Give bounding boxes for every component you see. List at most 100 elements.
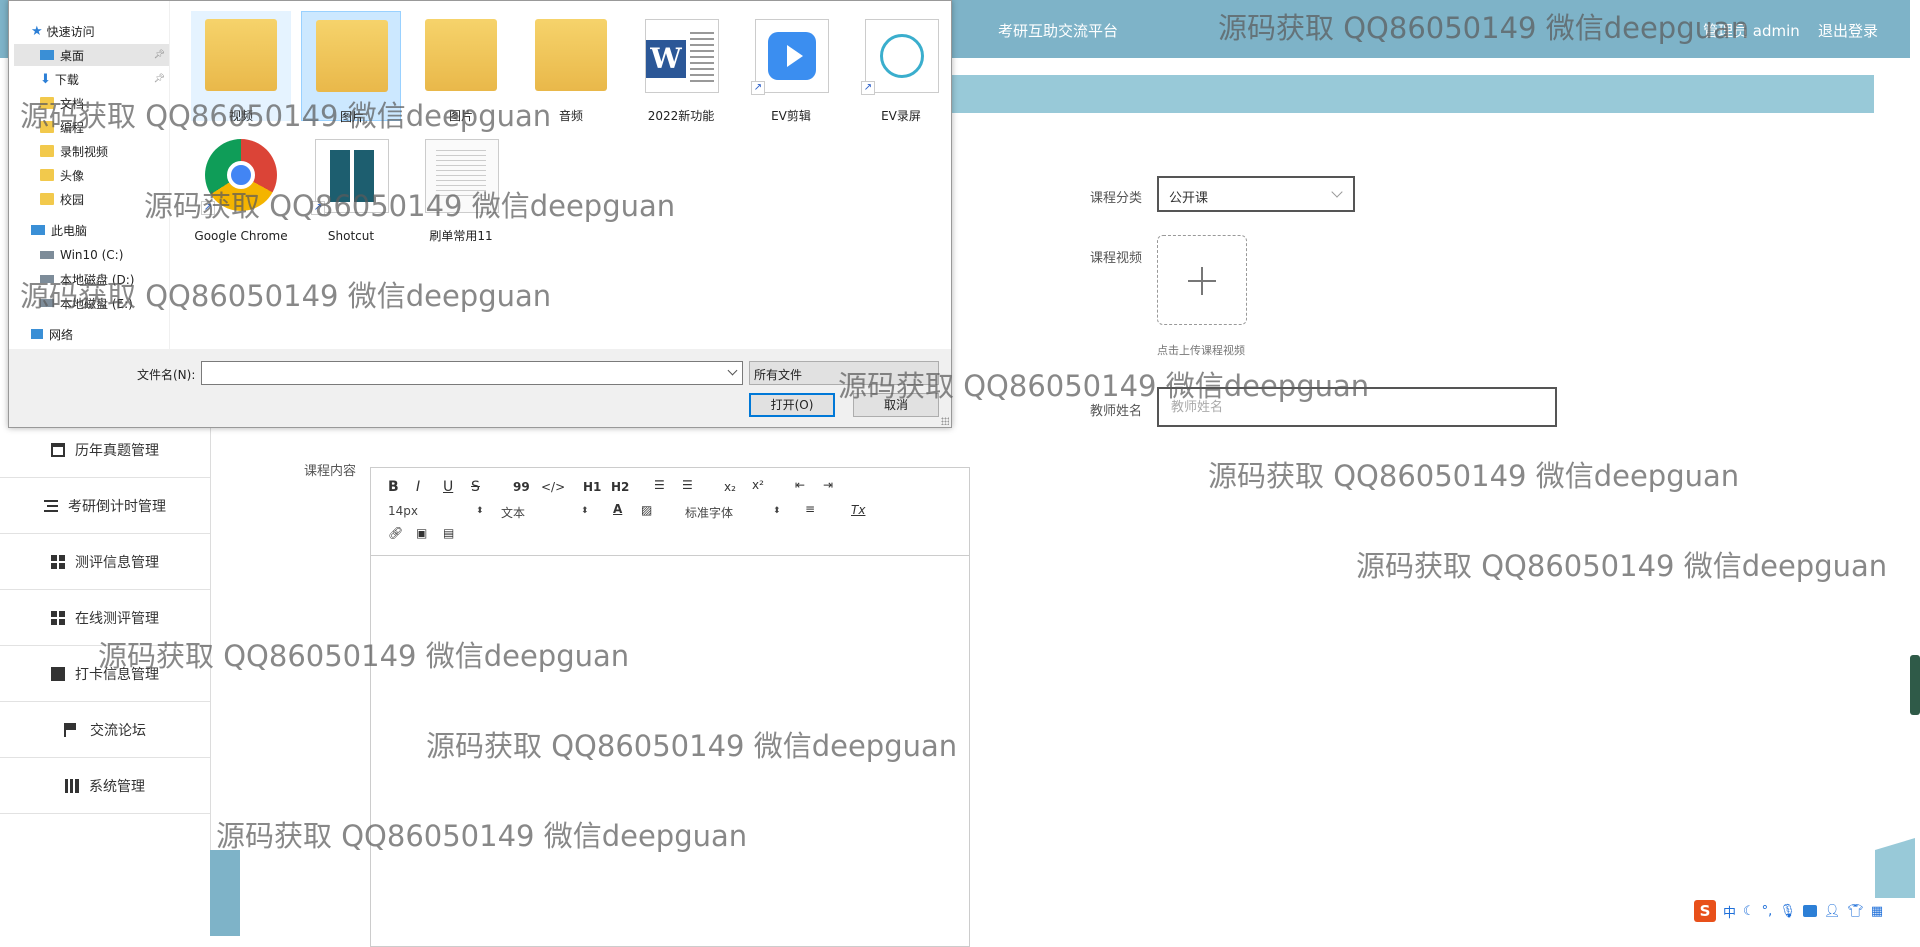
file-name: 视频 (228, 109, 253, 123)
chevron-updown-icon: ⬍ (581, 506, 589, 516)
code-button[interactable]: </> (541, 480, 565, 494)
sidebar-item-online-assessment[interactable]: 在线测评管理 (0, 590, 210, 646)
font-size-select[interactable]: 14px ⬍ (388, 504, 484, 518)
folder-icon (425, 19, 497, 91)
file-item[interactable]: 音频 (521, 11, 621, 123)
editor-content-area[interactable] (371, 556, 969, 946)
heading1-button[interactable]: H1 (583, 480, 601, 494)
sidebar-item-past-exams[interactable]: 历年真题管理 (0, 422, 210, 478)
video-icon[interactable]: ▤ (443, 526, 454, 540)
nav-label: Win10 (C:) (60, 248, 124, 262)
font-color-button[interactable]: A (613, 502, 622, 516)
bold-button[interactable]: B (388, 479, 399, 495)
video-upload-button[interactable] (1157, 235, 1247, 325)
nav-this-pc[interactable]: 此电脑 (31, 219, 186, 241)
font-family-value: 标准字体 (685, 506, 734, 520)
superscript-button[interactable]: x² (752, 478, 764, 492)
italic-button[interactable]: I (416, 479, 420, 495)
clear-format-button[interactable]: Tx (851, 503, 865, 517)
desktop-icon (40, 50, 54, 60)
folder-icon (40, 193, 54, 205)
file-name: Shotcut (327, 229, 375, 243)
scrollbar-thumb[interactable] (1910, 655, 1920, 715)
image-icon[interactable]: ▣ (416, 526, 427, 540)
nav-label: 网络 (49, 327, 74, 342)
book-icon (65, 778, 79, 793)
user-icon[interactable]: 👤︎ (1824, 904, 1841, 919)
file-name: 图片 (448, 109, 473, 123)
filename-label: 文件名(N): (137, 368, 196, 382)
sidebar-item-assessment-info[interactable]: 测评信息管理 (0, 534, 210, 590)
file-name: 音频 (558, 109, 583, 123)
underline-button[interactable]: U (443, 479, 453, 495)
link-icon[interactable]: 🔗︎ (388, 526, 403, 540)
resize-grip-icon[interactable] (941, 417, 949, 425)
teacher-label: 教师姓名 (1090, 404, 1143, 419)
file-type-select[interactable]: 所有文件 (749, 361, 939, 385)
upload-hint: 点击上传课程视频 (1157, 344, 1245, 357)
video-label: 课程视频 (1090, 251, 1143, 266)
font-family-select[interactable]: 标准字体 ⬍ (685, 504, 781, 521)
rich-text-editor: B I U S 99 </> H1 H2 ☰ ☰ x₂ x² ⇤ ⇥ 14px … (370, 467, 970, 947)
folder-icon (40, 121, 54, 133)
cancel-button[interactable]: 取消 (853, 393, 939, 417)
moon-icon[interactable]: ☾ (1743, 904, 1755, 919)
nav-label: 本地磁盘 (E:) (60, 296, 133, 311)
file-item[interactable]: 图片 (411, 11, 511, 123)
file-item[interactable]: ↗ EV剪辑 (741, 11, 841, 123)
file-item[interactable]: ↗ Google Chrome (191, 131, 291, 261)
nav-downloads[interactable]: ⬇ 下载 📌︎ (40, 68, 169, 90)
logout-link[interactable]: 退出登录 (1818, 20, 1878, 41)
sidebar-item-countdown[interactable]: 考研倒计时管理 (0, 478, 210, 534)
word-doc-icon: W (645, 19, 719, 93)
subscript-button[interactable]: x₂ (724, 480, 736, 494)
drive-icon (40, 275, 54, 283)
keyboard-icon[interactable] (1802, 905, 1817, 917)
file-name: 2022新功能 (647, 109, 715, 123)
file-type-value: 所有文件 (754, 368, 803, 382)
shirt-icon[interactable]: 👕︎ (1847, 904, 1864, 919)
file-item[interactable]: 视频 (191, 11, 291, 123)
category-select[interactable]: 公开课 (1157, 176, 1355, 212)
strikethrough-button[interactable]: S (471, 479, 480, 495)
sidebar-item-forum[interactable]: 交流论坛 (0, 702, 210, 758)
sidebar-item-label: 交流论坛 (90, 722, 146, 739)
align-icon[interactable]: ≡ (805, 502, 815, 516)
nav-desktop[interactable]: 桌面 📌︎ (14, 44, 169, 66)
file-name: EV剪辑 (771, 109, 811, 123)
file-item[interactable]: ↗ EV录屏 (851, 11, 951, 123)
sidebar-item-system[interactable]: 系统管理 (0, 758, 210, 814)
sidebar-item-label: 测评信息管理 (75, 554, 159, 571)
microphone-icon[interactable]: 🎙︎ (1779, 904, 1796, 919)
sidebar: 历年真题管理 考研倒计时管理 测评信息管理 在线测评管理 打卡信息管理 交流论坛… (0, 390, 211, 936)
indent-icon[interactable]: ⇥ (823, 478, 833, 492)
blockquote-button[interactable]: 99 (513, 480, 530, 494)
file-name: Google Chrome (194, 229, 288, 243)
ev-recorder-icon (865, 19, 939, 93)
shortcut-arrow-icon: ↗ (751, 81, 765, 95)
open-button[interactable]: 打开(O) (749, 393, 835, 417)
heading2-button[interactable]: H2 (611, 480, 629, 494)
shotcut-icon (315, 139, 389, 213)
nav-quick-access[interactable]: ★ 快速访问 (31, 20, 186, 42)
font-size-value: 14px (388, 504, 418, 518)
background-color-icon[interactable]: ▨ (641, 503, 652, 517)
sogou-logo-icon[interactable]: S (1694, 900, 1716, 922)
file-item[interactable]: ↗ Shotcut (301, 131, 401, 243)
grid-icon[interactable]: ▦ (1871, 904, 1883, 919)
ordered-list-icon[interactable]: ☰ (654, 478, 665, 492)
nav-network[interactable]: 网络 (31, 323, 186, 345)
file-item[interactable]: 图片 (301, 11, 401, 124)
outdent-icon[interactable]: ⇤ (795, 478, 805, 492)
file-item[interactable]: W 2022新功能 (631, 11, 731, 123)
teacher-name-input[interactable] (1157, 387, 1557, 427)
punctuation-icon[interactable]: °, (1762, 904, 1773, 919)
sidebar-item-checkin[interactable]: 打卡信息管理 (0, 646, 210, 702)
block-type-select[interactable]: 文本 ⬍ (501, 504, 591, 521)
filename-input[interactable] (201, 361, 743, 385)
file-item[interactable]: 刷单常用11 (411, 131, 511, 243)
ime-mode[interactable]: 中 (1723, 902, 1736, 921)
bullet-list-icon[interactable]: ☰ (682, 478, 693, 492)
nav-label: 校园 (60, 192, 85, 207)
ev-editor-icon (755, 19, 829, 93)
